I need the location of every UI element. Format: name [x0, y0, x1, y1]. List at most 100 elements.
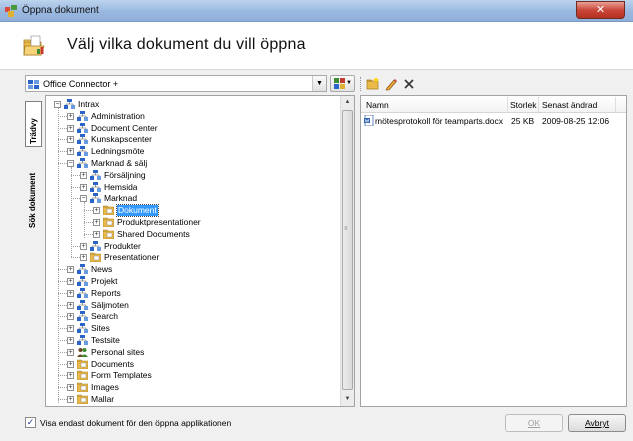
expand-icon[interactable]: + [67, 124, 74, 132]
tree-connector [71, 186, 80, 188]
close-icon: ✕ [595, 4, 606, 16]
list-item[interactable]: mötesprotokoll för teamparts.docx 25 KB … [361, 114, 626, 127]
expand-icon[interactable]: + [67, 301, 74, 309]
tree-node[interactable]: + Search [46, 311, 336, 322]
expand-icon[interactable]: + [67, 396, 74, 403]
collapse-icon[interactable]: − [54, 101, 61, 108]
tab-search-documents[interactable]: Sök dokument [25, 150, 42, 230]
expand-icon[interactable]: + [93, 219, 100, 226]
tree-node[interactable]: + Hemsida [46, 181, 336, 193]
expand-icon[interactable]: + [93, 230, 100, 238]
expand-icon[interactable]: + [80, 183, 87, 191]
column-divider[interactable] [615, 97, 616, 112]
tree-connector [58, 363, 67, 365]
ok-button[interactable]: OK [505, 414, 563, 432]
column-header-name[interactable]: Namn [366, 100, 389, 110]
tree-node[interactable]: − Marknad [46, 193, 336, 204]
expand-icon[interactable]: + [67, 348, 74, 356]
tree-scrollbar[interactable]: ▲ ≡ ▼ [340, 96, 354, 406]
source-dropdown-button[interactable]: ▼ [312, 76, 326, 91]
expand-icon[interactable]: + [67, 372, 74, 380]
tree-connector [58, 387, 67, 389]
tree-node[interactable]: + Dokument [46, 204, 336, 218]
new-folder-icon[interactable] [366, 77, 380, 91]
tree-node[interactable]: + Produkter [46, 240, 336, 252]
expand-icon[interactable]: + [67, 112, 74, 120]
tree-node[interactable]: + Images [46, 382, 336, 393]
expand-icon[interactable]: + [67, 360, 74, 368]
view-options-button[interactable]: ▼ [330, 75, 355, 92]
delete-icon[interactable] [402, 77, 416, 91]
tree-node-label: Säljmoten [91, 299, 129, 310]
tree-node[interactable]: + Mallar [46, 394, 336, 405]
site-tree[interactable]: − Intrax + Administration + Document Center + K… [45, 95, 355, 407]
expand-icon[interactable]: + [67, 337, 74, 344]
source-select[interactable]: Office Connector + ▼ [25, 75, 327, 92]
close-button[interactable]: ✕ [576, 1, 625, 19]
tree-node[interactable]: + Personal sites [46, 347, 336, 358]
tree-node[interactable]: + Kunskapscenter [46, 134, 336, 145]
expand-icon[interactable]: + [67, 313, 74, 321]
tree-node[interactable]: − Intrax [46, 99, 336, 110]
tree-node[interactable]: + Form Templates [46, 370, 336, 381]
expand-icon[interactable]: + [67, 289, 74, 297]
tree-node-label: Kunskapscenter [91, 134, 152, 145]
tree-node[interactable]: + Presentationer [46, 252, 336, 263]
tree-node[interactable]: + Document Center [46, 122, 336, 134]
scroll-up-icon[interactable]: ▲ [341, 96, 354, 109]
document-list[interactable]: Namn Storlek Senast ändrad mötesprotokol… [360, 95, 627, 407]
column-header-size[interactable]: Storlek [510, 100, 536, 110]
tree-node[interactable]: + Produktpresentationer [46, 217, 336, 228]
collapse-icon[interactable]: − [67, 160, 74, 167]
tree-connector [71, 245, 80, 247]
column-divider[interactable] [507, 97, 508, 112]
tree-node[interactable]: + Documents [46, 359, 336, 370]
expand-icon[interactable]: + [80, 242, 87, 250]
tree-connector [58, 269, 67, 271]
scroll-thumb[interactable] [342, 110, 353, 390]
library-folder-icon [76, 382, 89, 393]
side-tabs: Trädvy Sök dokument [25, 98, 42, 338]
expand-icon[interactable]: + [67, 325, 74, 333]
tree-node[interactable]: + Ledningsmöte [46, 146, 336, 157]
expand-icon[interactable]: + [67, 278, 74, 285]
tree-connector [58, 151, 67, 153]
site-icon [77, 110, 88, 121]
column-divider[interactable] [538, 97, 539, 112]
tree-node-label: Försäljning [104, 169, 146, 180]
column-header-modified[interactable]: Senast ändrad [542, 100, 597, 110]
expand-icon[interactable]: + [67, 136, 74, 144]
dialog-heading: Välj vilka dokument du vill öppna [67, 36, 306, 53]
tree-node[interactable]: − Marknad & sälj [46, 158, 336, 169]
tree-node[interactable]: + Försäljning [46, 169, 336, 181]
tree-node[interactable]: + Administration [46, 110, 336, 122]
tree-node[interactable]: + Shared Documents [46, 229, 336, 240]
expand-icon[interactable]: + [67, 266, 74, 274]
tree-node[interactable]: + Sites [46, 323, 336, 334]
tree-guide-line [58, 108, 59, 403]
tab-tree-view[interactable]: Trädvy [25, 101, 42, 147]
tree-node[interactable]: + News [46, 264, 336, 275]
tree-node[interactable]: + Reports [46, 287, 336, 299]
filter-checkbox[interactable]: ✓ [25, 417, 36, 428]
expand-icon[interactable]: + [80, 254, 87, 262]
tree-node-label: Sites [91, 323, 110, 334]
rename-pencil-icon[interactable] [384, 77, 398, 91]
expand-icon[interactable]: + [67, 384, 74, 392]
expand-icon[interactable]: + [93, 207, 100, 215]
cancel-button[interactable]: Avbryt [568, 414, 626, 432]
expand-icon[interactable]: + [67, 148, 74, 156]
tree-node[interactable]: + Testsite [46, 335, 336, 346]
scroll-down-icon[interactable]: ▼ [341, 393, 354, 406]
tree-connector [58, 281, 67, 282]
tree-node[interactable]: + Säljmoten [46, 299, 336, 311]
tree-node[interactable]: + Projekt [46, 276, 336, 287]
tree-connector [58, 399, 67, 400]
collapse-icon[interactable]: − [80, 195, 87, 203]
tree-node-label: Testsite [91, 335, 120, 345]
ok-button-label: OK [527, 418, 541, 428]
tree-connector [58, 304, 67, 306]
expand-icon[interactable]: + [80, 171, 87, 179]
site-icon [77, 134, 88, 145]
checkmark-icon: ✓ [26, 417, 35, 427]
